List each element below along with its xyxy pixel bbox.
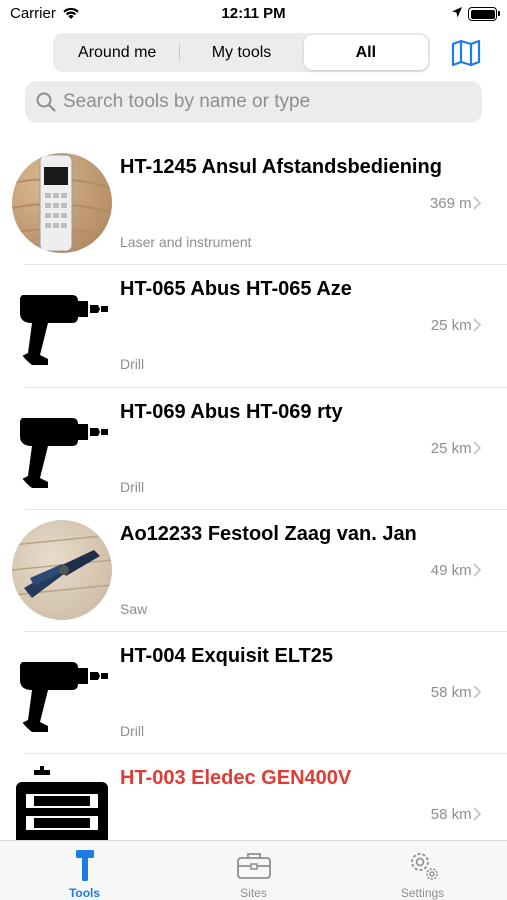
chevron-right-icon bbox=[473, 807, 481, 822]
clock: 12:11 PM bbox=[221, 5, 286, 22]
hammer-icon bbox=[75, 850, 94, 881]
search-input[interactable] bbox=[63, 91, 463, 113]
chevron-right-icon bbox=[473, 196, 481, 210]
tool-category: Drill bbox=[120, 723, 145, 740]
tab-sites[interactable]: Sites bbox=[169, 841, 338, 900]
tab-sites-label: Sites bbox=[240, 886, 267, 900]
tool-name: HT-004 Exquisit ELT25 bbox=[120, 645, 334, 668]
generator-icon bbox=[12, 766, 112, 840]
chevron-right-icon bbox=[473, 685, 481, 699]
drill-icon bbox=[12, 398, 112, 498]
map-button[interactable] bbox=[449, 37, 483, 69]
drill-icon bbox=[12, 642, 112, 742]
chevron-right-icon bbox=[473, 440, 481, 455]
search-bar bbox=[25, 81, 482, 123]
tool-list: HT-1245 Ansul Afstandsbediening 369 m La… bbox=[0, 143, 507, 840]
tool-category: Laser and instrument bbox=[120, 234, 252, 250]
chevron-right-icon bbox=[473, 563, 481, 577]
tool-category: Saw bbox=[120, 600, 148, 617]
distance-value: 58 km bbox=[430, 684, 472, 702]
tab-settings[interactable]: Settings bbox=[338, 841, 507, 900]
tool-name: HT-065 Abus HT-065 Aze bbox=[120, 278, 352, 301]
tab-tools[interactable]: Tools bbox=[0, 841, 169, 900]
filter-segmented-control: Around me My tools All bbox=[53, 33, 430, 72]
tool-photo-remote-control bbox=[12, 153, 112, 253]
tool-photo-pliers bbox=[12, 519, 112, 620]
tool-name: Ao12233 Festool Zaag van. Jan bbox=[120, 522, 417, 545]
location-arrow-icon bbox=[451, 6, 463, 24]
battery-icon bbox=[468, 7, 500, 21]
tool-row[interactable]: HT-1245 Ansul Afstandsbediening 369 m La… bbox=[0, 143, 507, 266]
tool-category: Drill bbox=[120, 356, 145, 373]
tab-tools-label: Tools bbox=[68, 886, 101, 900]
tool-name: HT-069 Abus HT-069 rty bbox=[120, 400, 343, 423]
segment-around-me[interactable]: Around me bbox=[55, 35, 179, 70]
tool-row[interactable]: HT-065 Abus HT-065 Aze 25 km Drill bbox=[0, 265, 507, 388]
tool-row[interactable]: HT-003 Eledec GEN400V 58 km bbox=[0, 754, 507, 840]
tool-name: HT-003 Eledec GEN400V bbox=[120, 767, 352, 790]
tool-name: HT-1245 Ansul Afstandsbediening bbox=[120, 156, 442, 178]
status-bar: Carrier 12:11 PM bbox=[0, 0, 507, 28]
tool-row[interactable]: HT-069 Abus HT-069 rty 25 km Drill bbox=[0, 388, 507, 510]
tool-row[interactable]: Ao12233 Festool Zaag van. Jan 49 km Saw bbox=[0, 510, 507, 633]
drill-icon bbox=[12, 275, 112, 375]
chevron-right-icon bbox=[473, 318, 481, 332]
toolbox-icon bbox=[236, 853, 271, 879]
search-icon bbox=[36, 92, 56, 112]
distance-value: 25 km bbox=[430, 439, 472, 457]
tab-bar: Tools Sites Settings bbox=[0, 840, 507, 900]
distance-value: 369 m bbox=[429, 195, 472, 212]
distance-value: 58 km bbox=[430, 806, 472, 824]
distance-value: 25 km bbox=[430, 317, 472, 335]
map-icon bbox=[451, 39, 481, 67]
segment-all[interactable]: All bbox=[303, 35, 428, 70]
segment-my-tools[interactable]: My tools bbox=[179, 35, 303, 70]
gears-icon bbox=[410, 853, 438, 880]
distance-value: 49 km bbox=[430, 561, 472, 579]
tool-category: Drill bbox=[120, 478, 145, 495]
tab-settings-label: Settings bbox=[400, 886, 445, 900]
tool-row[interactable]: HT-004 Exquisit ELT25 58 km Drill bbox=[0, 632, 507, 755]
